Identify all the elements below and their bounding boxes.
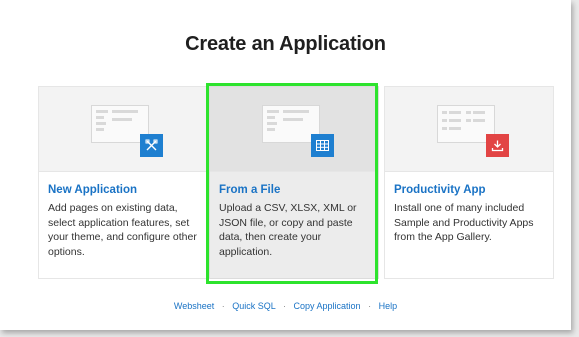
help-link[interactable]: Help [379, 301, 398, 311]
create-application-dialog: Create an Application New Application Ad… [0, 0, 571, 330]
page-illustration [262, 105, 334, 157]
page-title: Create an Application [185, 33, 386, 55]
quick-sql-link[interactable]: Quick SQL [232, 301, 275, 311]
card-description: Upload a CSV, XLSX, XML or JSON file, or… [219, 202, 357, 258]
card-title: From a File [219, 184, 281, 196]
footer-links: Websheet · Quick SQL · Copy Application … [0, 301, 571, 311]
tools-icon [140, 134, 163, 157]
page-illustration [437, 105, 509, 157]
productivity-app-card[interactable]: Productivity App Install one of many inc… [384, 86, 554, 279]
card-description: Add pages on existing data, select appli… [48, 202, 197, 258]
copy-application-link[interactable]: Copy Application [294, 301, 361, 311]
card-title: Productivity App [394, 184, 486, 196]
link-separator: · [368, 301, 372, 311]
table-icon [311, 134, 334, 157]
link-separator: · [221, 301, 225, 311]
download-icon [486, 134, 509, 157]
card-thumbnail [210, 87, 378, 172]
card-thumbnail [385, 87, 553, 172]
card-title: New Application [48, 184, 138, 196]
card-thumbnail [39, 87, 207, 172]
websheet-link[interactable]: Websheet [174, 301, 214, 311]
card-description: Install one of many included Sample and … [394, 202, 534, 243]
new-application-card[interactable]: New Application Add pages on existing da… [38, 86, 208, 279]
page-illustration [91, 105, 163, 157]
from-a-file-card[interactable]: From a File Upload a CSV, XLSX, XML or J… [209, 86, 379, 279]
link-separator: · [282, 301, 286, 311]
